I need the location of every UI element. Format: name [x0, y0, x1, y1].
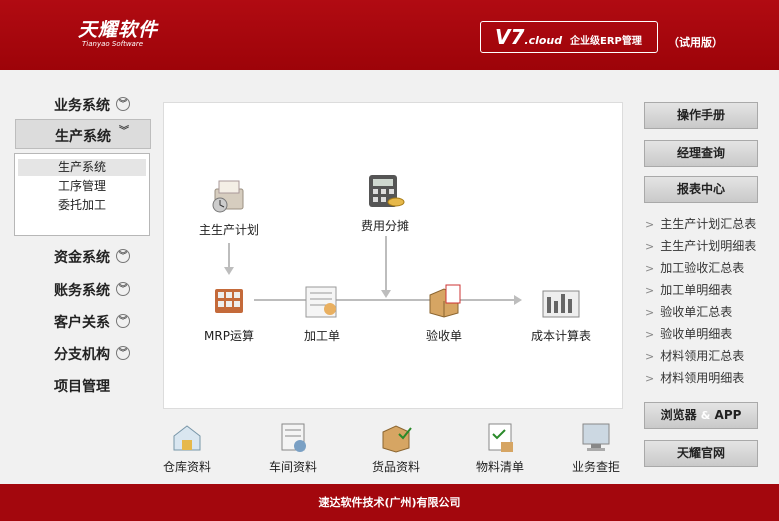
cost-sheet-icon: [539, 281, 583, 321]
app-header: 天耀软件 Tianyao Software V7.cloud 企业级ERP管理 …: [0, 0, 779, 70]
quick-business-query[interactable]: 业务查拒: [566, 420, 626, 475]
flow-label: 验收单: [425, 329, 462, 343]
chevron-right-icon: >: [645, 306, 655, 319]
logo-en: Tianyao Software: [82, 40, 144, 48]
submenu-item-outsourcing[interactable]: 委托加工: [18, 197, 146, 214]
flow-label: 加工单: [303, 329, 340, 343]
production-submenu: 生产系统 工序管理 委托加工: [14, 153, 150, 236]
nav-item-business[interactable]: 业务系统 ︾: [15, 89, 151, 119]
quick-goods[interactable]: 货品资料: [361, 420, 431, 475]
version-badge: V7.cloud 企业级ERP管理: [480, 21, 658, 53]
flow-label: MRP运算: [204, 329, 254, 343]
report-link[interactable]: > 主生产计划汇总表: [645, 216, 756, 232]
flow-label: 主生产计划: [198, 223, 259, 237]
chevron-down-icon: ︾: [116, 346, 130, 360]
flow-node-acceptance[interactable]: 验收单: [409, 281, 479, 344]
bom-icon: [483, 420, 517, 454]
nav-item-funds[interactable]: 资金系统 ︾: [15, 241, 151, 271]
report-link[interactable]: > 验收单明细表: [645, 326, 732, 342]
manual-button[interactable]: 操作手册: [644, 102, 758, 129]
report-link[interactable]: > 材料领用明细表: [645, 370, 744, 386]
flow-label: 成本计算表: [530, 329, 591, 343]
chevron-down-icon: ︾: [116, 249, 130, 263]
chevron-down-icon: ︾: [116, 314, 130, 328]
erp-label: 企业级ERP管理: [570, 36, 642, 47]
arrow-down-icon: [381, 290, 391, 298]
flow-node-cost-sheet[interactable]: 成本计算表: [521, 281, 601, 344]
nav-label: 账务系统: [54, 283, 110, 299]
warehouse-icon: [170, 420, 204, 454]
footer: 速达软件技术(广州)有限公司: [0, 484, 779, 521]
nav-item-projects[interactable]: 项目管理: [15, 370, 151, 400]
logo-cn: 天耀软件: [78, 19, 159, 41]
flow-node-mrp[interactable]: MRP运算: [194, 281, 264, 344]
flow-connector: [385, 236, 387, 294]
nav-item-production[interactable]: 生产系统 ︾: [15, 119, 151, 149]
report-link[interactable]: > 加工单明细表: [645, 282, 732, 298]
chevron-down-icon: ︾: [116, 97, 130, 111]
quick-label: 仓库资料: [162, 460, 211, 474]
mrp-icon: [207, 281, 251, 321]
chevron-right-icon: >: [645, 240, 655, 253]
chevron-right-icon: >: [645, 372, 655, 385]
company-name: 速达软件技术(广州)有限公司: [318, 496, 461, 509]
quick-bom[interactable]: 物料清单: [465, 420, 535, 475]
plan-icon: [207, 175, 251, 215]
manager-query-button[interactable]: 经理查询: [644, 140, 758, 167]
chevron-right-icon: >: [645, 284, 655, 297]
official-site-button[interactable]: 天耀官网: [644, 440, 758, 467]
flow-connector: [228, 243, 230, 268]
report-center-button[interactable]: 报表中心: [644, 176, 758, 203]
quick-label: 货品资料: [371, 460, 420, 474]
nav-label: 项目管理: [54, 379, 110, 395]
report-link[interactable]: > 材料领用汇总表: [645, 348, 744, 364]
goods-icon: [379, 420, 413, 454]
flow-node-master-plan[interactable]: 主生产计划: [194, 175, 264, 238]
browser-app-button[interactable]: 浏览器 & APP: [644, 402, 758, 429]
chevron-right-icon: >: [645, 328, 655, 341]
report-link[interactable]: > 主生产计划明细表: [645, 238, 756, 254]
quick-label: 物料清单: [475, 460, 524, 474]
chevron-down-icon: ︾: [116, 282, 130, 296]
submenu-item-production[interactable]: 生产系统: [18, 159, 146, 176]
nav-item-crm[interactable]: 客户关系 ︾: [15, 306, 151, 336]
report-link[interactable]: > 加工验收汇总表: [645, 260, 744, 276]
monitor-icon: [579, 420, 613, 454]
chevron-right-icon: >: [645, 350, 655, 363]
nav-label: 客户关系: [54, 315, 110, 331]
workshop-icon: [276, 420, 310, 454]
nav-label: 业务系统: [54, 98, 110, 114]
flow-node-cost-alloc[interactable]: 费用分摊: [350, 171, 420, 234]
flow-label: 费用分摊: [360, 219, 409, 233]
nav-item-branches[interactable]: 分支机构 ︾: [15, 338, 151, 368]
version-label: V7.cloud: [495, 25, 563, 49]
chevron-right-icon: >: [645, 218, 655, 231]
submenu-item-process[interactable]: 工序管理: [18, 178, 146, 195]
quick-label: 车间资料: [268, 460, 317, 474]
box-icon: [422, 281, 466, 321]
worker-icon: [300, 281, 344, 321]
calculator-icon: [363, 171, 407, 211]
nav-label: 资金系统: [54, 250, 110, 266]
production-flow-panel: 主生产计划 费用分摊 MRP运算 加工单 验收单 成本计算表: [163, 102, 623, 409]
arrow-down-icon: [224, 267, 234, 275]
quick-warehouse[interactable]: 仓库资料: [152, 420, 222, 475]
nav-label: 生产系统: [55, 129, 111, 145]
chevron-right-icon: >: [645, 262, 655, 275]
quick-label: 业务查拒: [571, 460, 620, 474]
nav-item-accounting[interactable]: 账务系统 ︾: [15, 274, 151, 304]
trial-label: （试用版）: [668, 36, 723, 49]
quick-workshop[interactable]: 车间资料: [258, 420, 328, 475]
brand-logo: 天耀软件 Tianyao Software: [78, 20, 158, 48]
flow-node-process-order[interactable]: 加工单: [287, 281, 357, 344]
report-link[interactable]: > 验收单汇总表: [645, 304, 732, 320]
chevron-down-icon: ︾: [119, 126, 129, 137]
nav-label: 分支机构: [54, 347, 110, 363]
